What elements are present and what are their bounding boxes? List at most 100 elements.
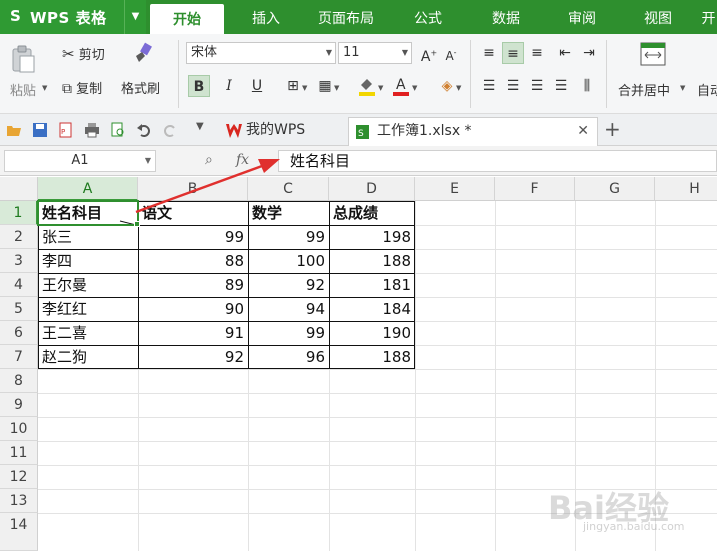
align-right-button[interactable]: ☰ bbox=[526, 75, 548, 97]
auto-wrap-label[interactable]: 自动 bbox=[697, 80, 717, 99]
cell-c1[interactable]: 数学 bbox=[248, 201, 329, 225]
chevron-down-icon[interactable]: ▼ bbox=[680, 84, 685, 92]
cell-a6[interactable]: 王二喜 bbox=[38, 321, 138, 345]
chevron-down-icon[interactable]: ▼ bbox=[334, 84, 339, 92]
underline-button[interactable]: U bbox=[246, 75, 268, 97]
cell-c2[interactable]: 99 bbox=[248, 225, 329, 249]
tab-my-wps[interactable]: 我的WPS bbox=[218, 117, 346, 146]
align-center-button[interactable]: ☰ bbox=[502, 75, 524, 97]
font-grow-button[interactable]: A+ bbox=[418, 42, 440, 65]
add-tab-button[interactable]: + bbox=[604, 117, 621, 141]
cell-c3[interactable]: 100 bbox=[248, 249, 329, 273]
print-preview-icon[interactable] bbox=[110, 122, 126, 138]
cell-d6[interactable]: 190 bbox=[329, 321, 415, 345]
tab-page-layout[interactable]: 页面布局 bbox=[306, 0, 386, 34]
cell-d7[interactable]: 188 bbox=[329, 345, 415, 369]
cell-b1[interactable]: 语文 bbox=[138, 201, 248, 225]
justify-button[interactable]: ☰ bbox=[550, 75, 572, 97]
copy-button[interactable]: ⧉ 复制 bbox=[62, 78, 102, 97]
cut-button[interactable]: ✂ 剪切 bbox=[62, 44, 105, 63]
fx-icon[interactable]: fx bbox=[236, 152, 249, 168]
cell-c7[interactable]: 96 bbox=[248, 345, 329, 369]
row-header[interactable]: 1 bbox=[0, 201, 38, 225]
column-header-a[interactable]: A bbox=[38, 177, 138, 201]
merge-center-button[interactable] bbox=[640, 42, 666, 66]
tab-review[interactable]: 审阅 bbox=[552, 0, 612, 34]
chevron-down-icon[interactable]: ▼ bbox=[42, 84, 47, 92]
paste-label[interactable]: 粘贴 bbox=[10, 80, 36, 99]
format-painter-label[interactable]: 格式刷 bbox=[121, 78, 160, 97]
redo-icon[interactable] bbox=[162, 122, 178, 138]
export-pdf-icon[interactable]: P bbox=[58, 122, 74, 138]
print-icon[interactable] bbox=[84, 122, 100, 138]
undo-icon[interactable] bbox=[136, 122, 152, 138]
cell-b2[interactable]: 99 bbox=[138, 225, 248, 249]
tab-view[interactable]: 视图 bbox=[628, 0, 688, 34]
bold-button[interactable]: B bbox=[188, 75, 210, 97]
cell-c5[interactable]: 94 bbox=[248, 297, 329, 321]
cell-b5[interactable]: 90 bbox=[138, 297, 248, 321]
format-painter-button[interactable] bbox=[130, 42, 154, 68]
column-header-d[interactable]: D bbox=[329, 177, 415, 201]
borders-button[interactable]: ⊞ bbox=[282, 75, 304, 97]
chevron-down-icon[interactable]: ▼ bbox=[196, 121, 212, 137]
tab-insert[interactable]: 插入 bbox=[236, 0, 296, 34]
tab-workbook[interactable]: S 工作簿1.xlsx * ✕ bbox=[348, 117, 598, 146]
cell-a3[interactable]: 李四 bbox=[38, 249, 138, 273]
paste-button[interactable] bbox=[10, 44, 38, 74]
chevron-down-icon[interactable]: ▼ bbox=[124, 0, 146, 34]
row-header[interactable]: 12 bbox=[0, 465, 38, 489]
row-header[interactable]: 9 bbox=[0, 393, 38, 417]
row-header[interactable]: 13 bbox=[0, 489, 38, 513]
row-header[interactable]: 5 bbox=[0, 297, 38, 321]
distribute-button[interactable]: ⫼ bbox=[576, 75, 598, 97]
align-bottom-button[interactable]: ≡ bbox=[526, 42, 548, 64]
row-header[interactable]: 4 bbox=[0, 273, 38, 297]
tab-data[interactable]: 数据 bbox=[476, 0, 536, 34]
cell-a5[interactable]: 李红红 bbox=[38, 297, 138, 321]
column-header-b[interactable]: B bbox=[138, 177, 248, 201]
cell-b4[interactable]: 89 bbox=[138, 273, 248, 297]
row-header[interactable]: 11 bbox=[0, 441, 38, 465]
name-box[interactable]: A1 ▼ bbox=[4, 150, 156, 172]
cell-b6[interactable]: 91 bbox=[138, 321, 248, 345]
column-header-h[interactable]: H bbox=[655, 177, 717, 201]
row-header[interactable]: 6 bbox=[0, 321, 38, 345]
select-all-corner[interactable] bbox=[0, 177, 38, 201]
cell-d3[interactable]: 188 bbox=[329, 249, 415, 273]
column-header-e[interactable]: E bbox=[415, 177, 495, 201]
fill-color-button[interactable] bbox=[356, 75, 378, 97]
cell-a4[interactable]: 王尔曼 bbox=[38, 273, 138, 297]
chevron-down-icon[interactable]: ▼ bbox=[378, 84, 383, 92]
chevron-down-icon[interactable]: ▼ bbox=[456, 84, 461, 92]
italic-button[interactable]: I bbox=[218, 75, 240, 97]
cell-b3[interactable]: 88 bbox=[138, 249, 248, 273]
indent-increase-button[interactable]: ⇥ bbox=[578, 42, 600, 64]
cell-style-button[interactable]: ▦ bbox=[314, 75, 336, 97]
cell-d1[interactable]: 总成绩 bbox=[329, 201, 415, 225]
fill-handle[interactable] bbox=[134, 221, 140, 227]
clear-format-button[interactable]: ◈ bbox=[436, 75, 458, 97]
cell-d4[interactable]: 181 bbox=[329, 273, 415, 297]
spreadsheet-grid[interactable]: A B C D E F G H 1 2 3 4 5 6 7 8 9 10 11 … bbox=[0, 177, 717, 551]
row-header[interactable]: 14 bbox=[0, 513, 38, 551]
font-shrink-button[interactable]: A- bbox=[440, 42, 462, 64]
column-header-f[interactable]: F bbox=[495, 177, 575, 201]
font-size-select[interactable]: 11 ▼ bbox=[338, 42, 412, 64]
cell-d5[interactable]: 184 bbox=[329, 297, 415, 321]
cell-c4[interactable]: 92 bbox=[248, 273, 329, 297]
cell-a7[interactable]: 赵二狗 bbox=[38, 345, 138, 369]
indent-decrease-button[interactable]: ⇤ bbox=[554, 42, 576, 64]
tab-home[interactable]: 开始 bbox=[150, 4, 224, 34]
cell-d2[interactable]: 198 bbox=[329, 225, 415, 249]
save-icon[interactable] bbox=[32, 122, 48, 138]
align-left-button[interactable]: ☰ bbox=[478, 75, 500, 97]
chevron-down-icon[interactable]: ▼ bbox=[412, 84, 417, 92]
cell-a2[interactable]: 张三 bbox=[38, 225, 138, 249]
formula-input[interactable]: 姓名科目 bbox=[278, 150, 717, 172]
merge-center-label[interactable]: 合并居中 bbox=[618, 80, 670, 99]
open-folder-icon[interactable] bbox=[6, 122, 22, 138]
align-top-button[interactable]: ≡ bbox=[478, 42, 500, 64]
column-header-g[interactable]: G bbox=[575, 177, 655, 201]
row-header[interactable]: 8 bbox=[0, 369, 38, 393]
